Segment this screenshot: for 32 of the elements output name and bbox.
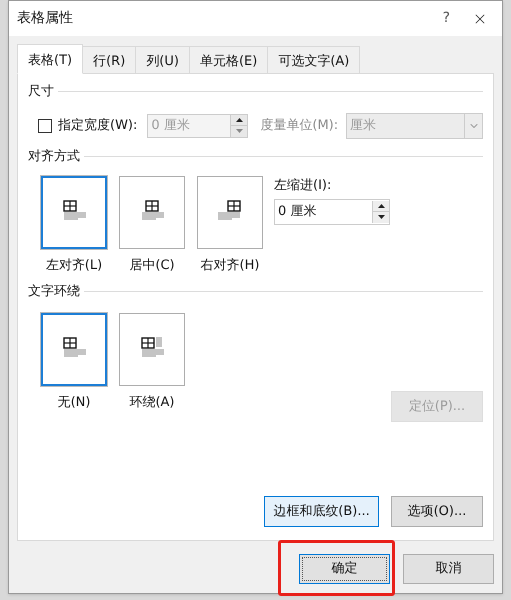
layout-option[interactable] [119, 313, 185, 386]
layout-option[interactable] [41, 176, 107, 249]
dialog-button[interactable]: 确定 [299, 554, 390, 584]
tab[interactable]: 表格(T) [17, 44, 84, 74]
section-title: 尺寸 [28, 83, 54, 101]
indent-label: 左缩进(I): [274, 177, 332, 195]
unit-label: 度量单位(M): [260, 116, 338, 135]
dialog-button[interactable]: 边框和底纹(B)... [264, 496, 379, 527]
spin-up-button[interactable] [373, 200, 389, 212]
option-label: 右对齐(H) [200, 257, 260, 275]
option-label: 无(N) [58, 394, 90, 412]
option-label: 左对齐(L) [46, 257, 102, 275]
up-arrow-icon [236, 118, 243, 122]
checkbox-label: 指定宽度(W): [58, 116, 138, 135]
layout-option[interactable] [41, 313, 107, 386]
dialog-button[interactable]: 取消 [403, 554, 494, 584]
option-label: 环绕(A) [129, 394, 175, 412]
layout-option[interactable] [197, 176, 263, 249]
section-title: 文字环绕 [28, 282, 80, 300]
option-label: 居中(C) [129, 257, 175, 275]
window-title: 表格属性 [17, 9, 74, 28]
up-arrow-icon [378, 204, 384, 208]
down-arrow-icon [378, 215, 384, 220]
tab[interactable]: 可选文字(A) [267, 46, 360, 74]
section-title: 对齐方式 [28, 148, 80, 166]
down-arrow-icon [236, 129, 243, 134]
help-button[interactable]: ? [442, 8, 450, 29]
layout-option[interactable] [119, 176, 185, 249]
indent-field[interactable]: 0 厘米 [274, 198, 390, 224]
spin-down-button[interactable] [373, 212, 389, 222]
dialog-button[interactable]: 选项(O)... [391, 496, 483, 527]
checkbox[interactable] [38, 118, 52, 132]
